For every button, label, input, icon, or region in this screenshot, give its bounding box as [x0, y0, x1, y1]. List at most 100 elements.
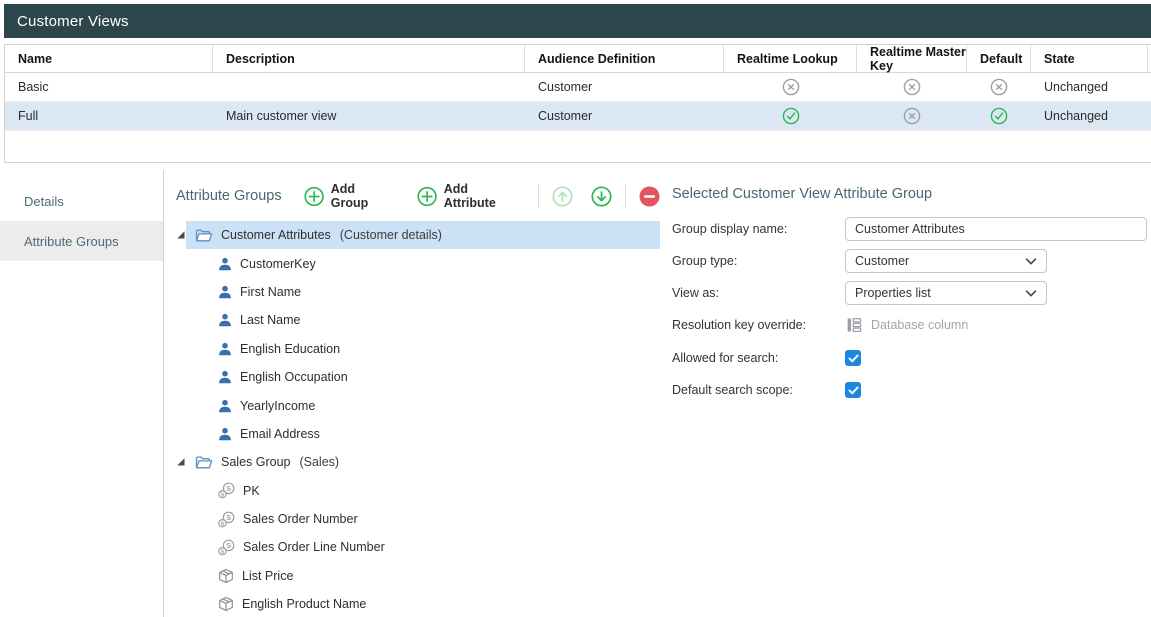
- column-header-name[interactable]: Name: [5, 45, 213, 72]
- cell-audience-definition: Customer: [525, 80, 724, 94]
- move-down-button[interactable]: [591, 186, 612, 207]
- tree-item-attribute[interactable]: PK: [165, 477, 660, 505]
- expanded-triangle-icon[interactable]: [176, 230, 186, 240]
- realtime-master-key-status: [857, 107, 967, 125]
- cell-description: Main customer view: [213, 109, 525, 123]
- tree-item-group[interactable]: Customer Attributes (Customer details): [165, 221, 660, 249]
- group-display-name-field[interactable]: [845, 217, 1147, 241]
- table-row[interactable]: Basic Customer Unchanged: [5, 73, 1151, 102]
- detail-area: Details Attribute Groups Attribute Group…: [0, 170, 1151, 617]
- person-icon: [218, 342, 232, 356]
- column-header-audience-definition[interactable]: Audience Definition: [525, 45, 724, 72]
- column-header-default[interactable]: Default: [967, 45, 1031, 72]
- chevron-down-icon: [1025, 290, 1037, 297]
- toolbar-separator: [625, 184, 626, 208]
- add-attribute-button[interactable]: Add Attribute: [417, 182, 521, 210]
- column-header-realtime-master-key[interactable]: Realtime Master Key: [857, 45, 967, 72]
- arrow-down-circle-icon: [591, 186, 612, 207]
- add-group-button[interactable]: Add Group: [304, 182, 394, 210]
- realtime-lookup-status: [724, 78, 857, 96]
- tree-item-attribute[interactable]: English Product Name: [165, 590, 660, 617]
- selected-group-panel: Selected Customer View Attribute Group G…: [660, 170, 1151, 617]
- form-row: Group display name:: [672, 217, 1147, 241]
- remove-button[interactable]: [639, 186, 660, 207]
- plus-circle-icon: [304, 186, 324, 207]
- panel-title-bar: Customer Views: [4, 4, 1151, 38]
- column-header-state[interactable]: State: [1031, 45, 1148, 72]
- group-type-select[interactable]: Customer: [845, 249, 1047, 273]
- tree-item-attribute[interactable]: YearlyIncome: [165, 391, 660, 419]
- coins-icon: [218, 482, 235, 499]
- tab-attribute-groups[interactable]: Attribute Groups: [0, 221, 163, 261]
- expanded-triangle-icon[interactable]: [176, 457, 186, 467]
- attribute-groups-panel: Attribute Groups Add Group Add Attribute: [165, 170, 660, 617]
- form-row: Default search scope:: [672, 378, 861, 402]
- tree-item-attribute[interactable]: English Occupation: [165, 363, 660, 391]
- selected-group-title: Selected Customer View Attribute Group: [672, 186, 932, 202]
- tree-item-attribute[interactable]: List Price: [165, 562, 660, 590]
- cell-name: Full: [5, 109, 213, 123]
- side-tab-list: Details Attribute Groups: [0, 170, 164, 617]
- default-search-scope-checkbox[interactable]: [845, 382, 861, 398]
- column-header-realtime-lookup[interactable]: Realtime Lookup: [724, 45, 857, 72]
- cell-audience-definition: Customer: [525, 109, 724, 123]
- coins-icon: [218, 511, 235, 528]
- chevron-down-icon: [1025, 258, 1037, 265]
- form-row: Allowed for search:: [672, 346, 861, 370]
- x-circle-icon: [903, 107, 921, 125]
- x-circle-icon: [903, 78, 921, 96]
- cell-state: Unchanged: [1031, 109, 1148, 123]
- default-status: [967, 107, 1031, 125]
- person-icon: [218, 399, 232, 413]
- check-icon: [848, 354, 859, 363]
- attribute-groups-toolbar: Attribute Groups Add Group Add Attribute: [176, 177, 660, 215]
- minus-circle-icon: [639, 186, 660, 207]
- table-header-row: Name Description Audience Definition Rea…: [5, 45, 1151, 73]
- form-row: Resolution key override: Database column: [672, 313, 968, 337]
- person-icon: [218, 285, 232, 299]
- tab-details[interactable]: Details: [0, 181, 163, 221]
- allowed-for-search-checkbox[interactable]: [845, 350, 861, 366]
- arrow-up-circle-icon: [552, 186, 573, 207]
- tree-item-attribute[interactable]: First Name: [165, 278, 660, 306]
- group-type-label: Group type:: [672, 254, 845, 268]
- tree-item-group[interactable]: Sales Group (Sales): [165, 448, 660, 476]
- group-display-name-label: Group display name:: [672, 222, 845, 236]
- attribute-tree: Customer Attributes (Customer details) C…: [165, 221, 660, 617]
- person-icon: [218, 370, 232, 384]
- tree-item-attribute[interactable]: Email Address: [165, 420, 660, 448]
- x-circle-icon: [990, 78, 1008, 96]
- plus-circle-icon: [417, 186, 437, 207]
- page-title: Customer Views: [17, 13, 129, 30]
- folder-open-icon: [195, 455, 213, 470]
- move-up-button[interactable]: [552, 186, 573, 207]
- view-as-select[interactable]: Properties list: [845, 281, 1047, 305]
- table-row[interactable]: Full Main customer view Customer Unchang…: [5, 102, 1151, 131]
- view-as-label: View as:: [672, 286, 845, 300]
- default-status: [967, 78, 1031, 96]
- form-row: Group type: Customer: [672, 249, 1047, 273]
- cube-icon: [218, 596, 234, 612]
- cube-icon: [218, 568, 234, 584]
- default-search-scope-label: Default search scope:: [672, 383, 845, 397]
- tree-item-attribute[interactable]: CustomerKey: [165, 249, 660, 277]
- realtime-lookup-status: [724, 107, 857, 125]
- check-circle-icon: [990, 107, 1008, 125]
- coins-icon: [218, 539, 235, 556]
- resolution-key-override-label: Resolution key override:: [672, 318, 845, 332]
- tree-item-attribute[interactable]: Last Name: [165, 306, 660, 334]
- tree-item-attribute[interactable]: Sales Order Number: [165, 505, 660, 533]
- person-icon: [218, 257, 232, 271]
- tree-item-attribute[interactable]: Sales Order Line Number: [165, 533, 660, 561]
- person-icon: [218, 427, 232, 441]
- tree-item-attribute[interactable]: English Education: [165, 335, 660, 363]
- resolution-key-override-picker[interactable]: Database column: [845, 316, 968, 334]
- app-window: Customer Views Name Description Audience…: [0, 0, 1151, 617]
- check-icon: [848, 386, 859, 395]
- realtime-master-key-status: [857, 78, 967, 96]
- folder-open-icon: [195, 228, 213, 243]
- toolbar-separator: [538, 184, 539, 208]
- column-header-description[interactable]: Description: [213, 45, 525, 72]
- attribute-groups-title: Attribute Groups: [176, 188, 282, 204]
- customer-views-table: Name Description Audience Definition Rea…: [4, 44, 1151, 163]
